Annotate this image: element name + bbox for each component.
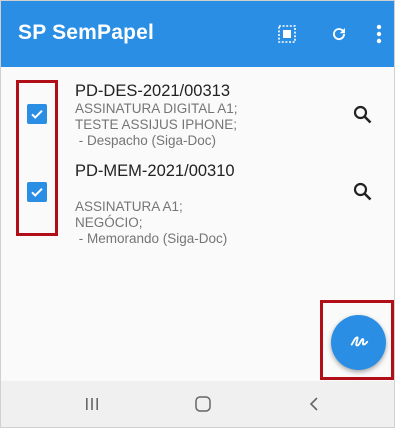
fab-highlight-box — [320, 300, 394, 380]
search-icon[interactable] — [352, 104, 378, 130]
refresh-icon[interactable] — [324, 19, 354, 49]
recents-icon[interactable] — [77, 391, 107, 417]
document-line: ASSINATURA A1; — [75, 199, 183, 214]
search-icon[interactable] — [352, 181, 378, 207]
more-vert-icon[interactable] — [364, 19, 394, 49]
document-code: PD-MEM-2021/00310 — [75, 162, 235, 180]
app-title: SP SemPapel — [18, 21, 155, 44]
app-window: SP SemPapel PD-DES-2021/00313 ASSINATURA… — [0, 0, 395, 428]
document-line: ASSINATURA DIGITAL A1; — [75, 101, 238, 116]
document-code: PD-DES-2021/00313 — [75, 82, 231, 100]
document-line: TESTE ASSIJUS IPHONE; — [75, 117, 238, 132]
app-bar: SP SemPapel — [1, 1, 394, 67]
system-nav-bar — [1, 381, 394, 427]
home-icon[interactable] — [188, 391, 218, 417]
document-line: NEGÓCIO; — [75, 215, 143, 230]
select-all-icon[interactable] — [272, 19, 302, 49]
back-icon[interactable] — [299, 391, 329, 417]
checkbox-highlight-box — [16, 80, 58, 236]
document-line: - Despacho (Siga-Doc) — [75, 133, 217, 148]
document-line: - Memorando (Siga-Doc) — [75, 231, 228, 246]
